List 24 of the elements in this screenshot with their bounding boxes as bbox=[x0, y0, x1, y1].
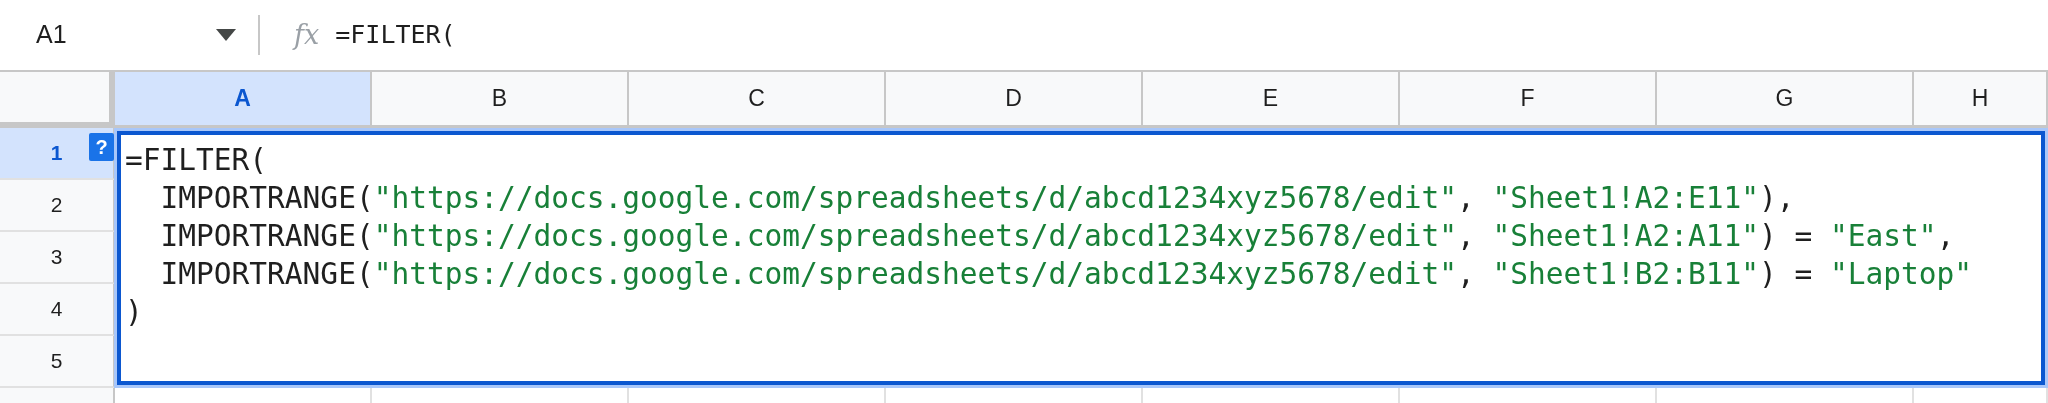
function-icon: fx bbox=[294, 14, 320, 56]
formula-line: ) bbox=[125, 294, 143, 331]
formula-line: IMPORTRANGE("https://docs.google.com/spreadsheets/d/abcd1234xyz5678/edit", "Sheet1!A2:A11") = "East", bbox=[159, 218, 1955, 255]
row-header[interactable]: 2 bbox=[0, 180, 115, 232]
column-header[interactable]: F bbox=[1400, 72, 1657, 128]
column-header[interactable]: C bbox=[629, 72, 886, 128]
formula-line: =FILTER( bbox=[125, 142, 268, 179]
column-header[interactable]: E bbox=[1143, 72, 1400, 128]
formula-input[interactable]: =FILTER( bbox=[335, 16, 456, 54]
name-box[interactable]: A1 bbox=[36, 16, 67, 54]
row-header[interactable]: 3 bbox=[0, 232, 115, 284]
column-header[interactable]: B bbox=[372, 72, 629, 128]
select-all-corner[interactable] bbox=[0, 72, 115, 128]
row-header[interactable]: 5 bbox=[0, 336, 115, 388]
help-badge[interactable]: ? bbox=[89, 133, 114, 161]
formula-line: IMPORTRANGE("https://docs.google.com/spreadsheets/d/abcd1234xyz5678/edit", "Sheet1!B2:B11") = "Laptop" bbox=[159, 256, 1973, 293]
column-header[interactable]: D bbox=[886, 72, 1143, 128]
cell-editor[interactable] bbox=[117, 131, 2045, 385]
formula-line: IMPORTRANGE("https://docs.google.com/spreadsheets/d/abcd1234xyz5678/edit", "Sheet1!A2:E11"), bbox=[159, 180, 1795, 217]
column-header[interactable]: G bbox=[1657, 72, 1914, 128]
row-header[interactable]: 4 bbox=[0, 284, 115, 336]
column-header[interactable]: H bbox=[1914, 72, 2048, 128]
column-header[interactable]: A bbox=[115, 72, 372, 128]
dropdown-caret-icon[interactable] bbox=[216, 29, 236, 41]
